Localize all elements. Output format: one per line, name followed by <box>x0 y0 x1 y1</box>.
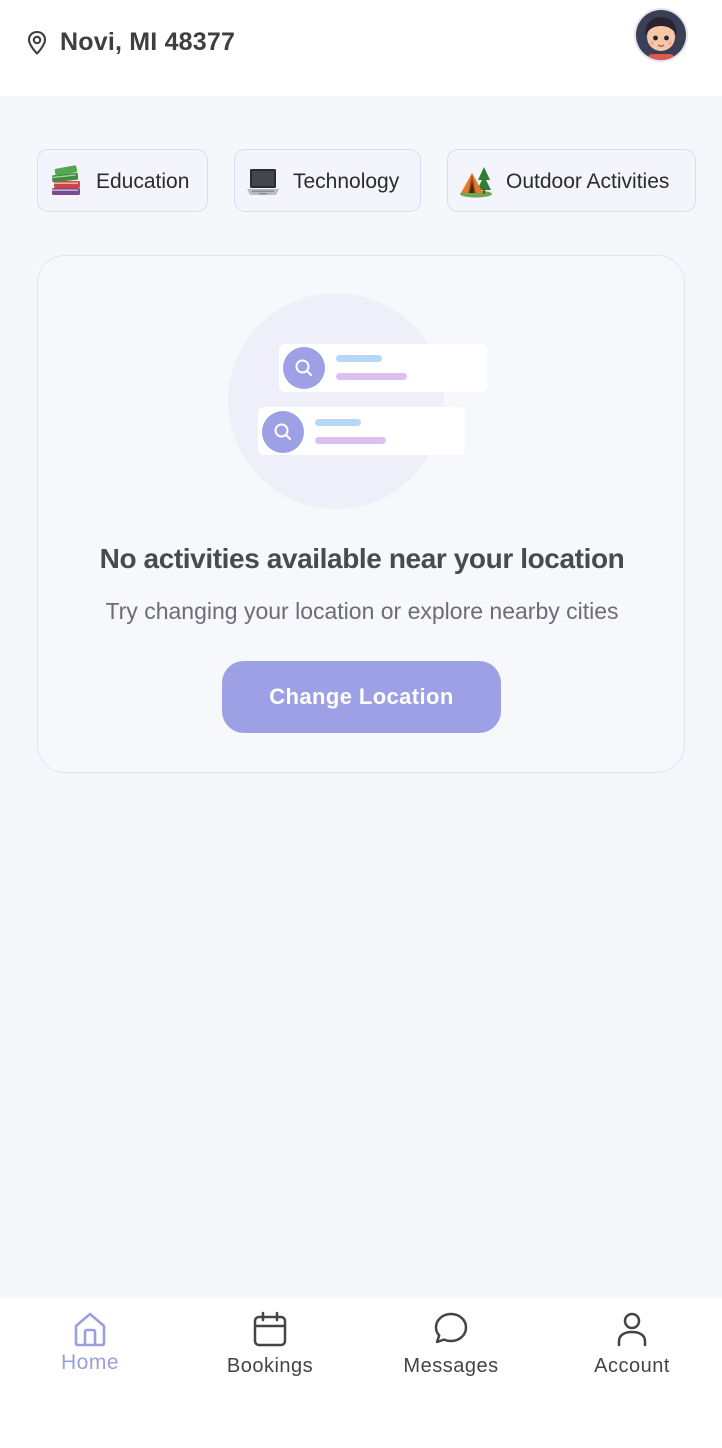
empty-state-subtitle: Try changing your location or explore ne… <box>105 598 619 624</box>
category-chip-technology[interactable]: Technology <box>234 149 421 212</box>
home-icon <box>74 1312 106 1347</box>
empty-state-card: No activities available near your locati… <box>37 255 685 773</box>
nav-item-account[interactable]: Account <box>562 1310 702 1390</box>
calendar-icon <box>253 1311 287 1347</box>
nav-item-home[interactable]: Home <box>20 1310 160 1390</box>
change-location-button[interactable]: Change Location <box>222 661 501 733</box>
nav-label: Messages <box>403 1355 499 1377</box>
tent-icon <box>460 167 492 198</box>
current-location[interactable]: Novi, MI 48377 <box>60 26 235 58</box>
category-label: Education <box>96 170 190 193</box>
search-results-illustration <box>228 294 487 509</box>
user-avatar[interactable] <box>634 8 688 62</box>
nav-item-messages[interactable]: Messages <box>381 1310 521 1390</box>
category-chip-outdoor-activities[interactable]: Outdoor Activities <box>447 149 696 212</box>
books-icon <box>51 165 80 195</box>
category-chip-education[interactable]: Education <box>37 149 208 212</box>
avatar-image <box>636 10 686 60</box>
main-content: Education Technology Outdoor Activities <box>0 96 722 1298</box>
category-label: Technology <box>293 170 400 193</box>
app-header: Novi, MI 48377 <box>0 0 722 96</box>
category-label: Outdoor Activities <box>506 170 670 193</box>
empty-state-title: No activities available near your locati… <box>99 543 625 574</box>
person-icon <box>617 1312 647 1347</box>
nav-label: Account <box>594 1355 670 1377</box>
laptop-icon <box>247 169 279 195</box>
bottom-nav: Home Bookings Messages Account <box>0 1298 722 1448</box>
nav-label: Home <box>60 1351 120 1374</box>
map-pin-icon[interactable] <box>25 30 49 56</box>
nav-label: Bookings <box>226 1355 314 1377</box>
nav-item-bookings[interactable]: Bookings <box>200 1310 340 1390</box>
chat-bubble-icon <box>434 1312 468 1344</box>
